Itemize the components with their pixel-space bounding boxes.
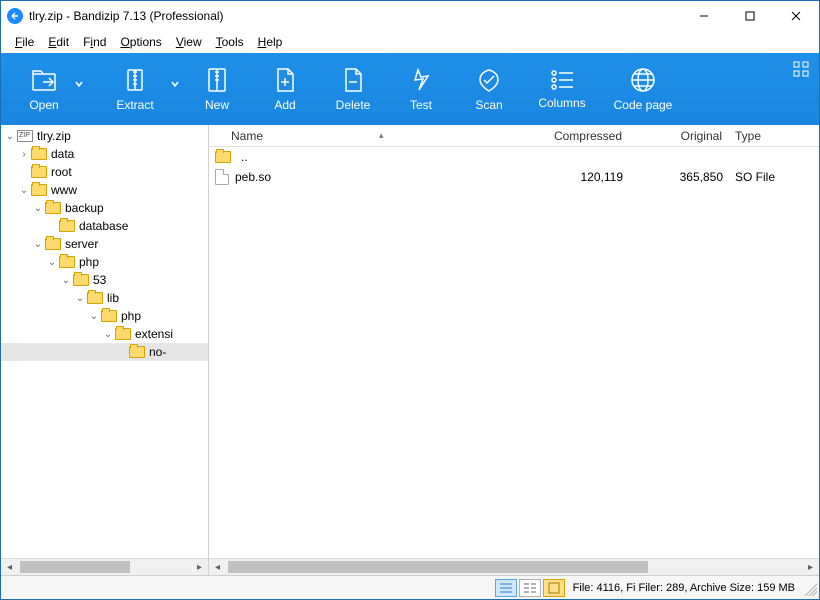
collapse-icon[interactable]: ⌄ <box>31 239 45 250</box>
toolbar-delete[interactable]: Delete <box>319 53 387 125</box>
toolbar-layout-button[interactable] <box>793 61 809 80</box>
folder-icon <box>115 327 131 341</box>
view-details-button[interactable] <box>495 579 517 597</box>
minimize-button[interactable] <box>681 1 727 31</box>
tree-item[interactable]: › data <box>1 145 208 163</box>
chevron-down-icon[interactable] <box>171 77 179 91</box>
tree-item-archive-root[interactable]: ⌄ ZIP tlry.zip <box>1 127 208 145</box>
tree-item[interactable]: ⌄ 53 <box>1 271 208 289</box>
app-icon <box>7 8 23 24</box>
app-window: tlry.zip - Bandizip 7.13 (Professional) … <box>0 0 820 600</box>
collapse-icon[interactable]: ⌄ <box>17 185 31 196</box>
column-header-name[interactable]: Name ▴ <box>209 125 527 146</box>
scroll-left-icon[interactable]: ◂ <box>209 559 226 576</box>
chevron-down-icon[interactable] <box>75 77 83 91</box>
scroll-right-icon[interactable]: ▸ <box>191 559 208 576</box>
folder-icon <box>31 165 47 179</box>
menu-options[interactable]: Options <box>114 33 167 51</box>
status-bar: File: 4116, Fi Filer: 289, Archive Size:… <box>1 575 819 599</box>
list-row-parent[interactable]: .. <box>209 147 819 167</box>
close-button[interactable] <box>773 1 819 31</box>
tree-item[interactable]: ⌄ php <box>1 307 208 325</box>
toolbar-extract[interactable]: Extract <box>87 53 183 125</box>
columns-icon <box>548 68 576 92</box>
collapse-icon[interactable]: ⌄ <box>73 293 87 304</box>
folder-icon <box>31 147 47 161</box>
folder-icon <box>45 237 61 251</box>
zip-icon: ZIP <box>17 129 33 143</box>
tree-item[interactable]: ⌄ www <box>1 181 208 199</box>
add-icon <box>272 66 298 94</box>
scroll-left-icon[interactable]: ◂ <box>1 559 18 576</box>
tree-item[interactable]: ⌄ lib <box>1 289 208 307</box>
column-header-compressed[interactable]: Compressed <box>527 125 629 146</box>
folder-icon <box>87 291 103 305</box>
list-header: Name ▴ Compressed Original Type <box>209 125 819 147</box>
scroll-right-icon[interactable]: ▸ <box>802 559 819 576</box>
maximize-button[interactable] <box>727 1 773 31</box>
open-icon <box>29 66 59 94</box>
collapse-icon[interactable]: ⌄ <box>59 275 73 286</box>
toolbar-open[interactable]: Open <box>1 53 87 125</box>
folder-icon <box>59 219 75 233</box>
menu-view[interactable]: View <box>170 33 208 51</box>
scan-icon <box>474 66 504 94</box>
sort-asc-icon: ▴ <box>379 130 384 141</box>
folder-icon <box>101 309 117 323</box>
tree-item-selected[interactable]: no- <box>1 343 208 361</box>
menu-edit[interactable]: Edit <box>42 33 75 51</box>
toolbar: Open Extract New Add Delete Test Scan <box>1 53 819 125</box>
menu-find[interactable]: Find <box>77 33 112 51</box>
list-row[interactable]: peb.so 120,119 365,850 SO File <box>209 167 819 187</box>
toolbar-codepage[interactable]: Code page <box>601 53 685 125</box>
toolbar-add[interactable]: Add <box>251 53 319 125</box>
column-header-original[interactable]: Original <box>629 125 729 146</box>
menu-help[interactable]: Help <box>252 33 289 51</box>
tree-item[interactable]: database <box>1 217 208 235</box>
delete-icon <box>340 66 366 94</box>
folder-icon <box>129 345 145 359</box>
toolbar-columns[interactable]: Columns <box>523 53 601 125</box>
resize-grip[interactable] <box>801 580 817 596</box>
collapse-icon[interactable]: ⌄ <box>31 203 45 214</box>
toolbar-new[interactable]: New <box>183 53 251 125</box>
list-horizontal-scrollbar[interactable]: ◂ ▸ <box>209 558 819 575</box>
file-icon <box>215 169 229 185</box>
collapse-icon[interactable]: ⌄ <box>101 329 115 340</box>
content-area: ⌄ ZIP tlry.zip › data root ⌄ www <box>1 125 819 575</box>
menu-file[interactable]: File <box>9 33 40 51</box>
tree-item[interactable]: root <box>1 163 208 181</box>
extract-icon <box>121 66 149 94</box>
tree-item[interactable]: ⌄ extensi <box>1 325 208 343</box>
folder-icon <box>31 183 47 197</box>
file-list: Name ▴ Compressed Original Type .. peb.s… <box>209 125 819 575</box>
tree-item[interactable]: ⌄ php <box>1 253 208 271</box>
view-list-button[interactable] <box>519 579 541 597</box>
collapse-icon[interactable]: ⌄ <box>45 257 59 268</box>
toolbar-test[interactable]: Test <box>387 53 455 125</box>
view-icons-button[interactable] <box>543 579 565 597</box>
test-icon <box>408 66 434 94</box>
folder-icon <box>45 201 61 215</box>
tree-item[interactable]: ⌄ server <box>1 235 208 253</box>
folder-icon <box>215 150 231 164</box>
expand-icon[interactable]: › <box>17 149 31 160</box>
folder-icon <box>73 273 89 287</box>
collapse-icon[interactable]: ⌄ <box>87 311 101 322</box>
collapse-icon[interactable]: ⌄ <box>3 131 17 142</box>
column-header-type[interactable]: Type <box>729 125 819 146</box>
menu-bar: File Edit Find Options View Tools Help <box>1 31 819 53</box>
tree-horizontal-scrollbar[interactable]: ◂ ▸ <box>1 558 208 575</box>
tree-item[interactable]: ⌄ backup <box>1 199 208 217</box>
globe-icon <box>629 66 657 94</box>
folder-icon <box>59 255 75 269</box>
folder-tree: ⌄ ZIP tlry.zip › data root ⌄ www <box>1 125 209 575</box>
window-title: tlry.zip - Bandizip 7.13 (Professional) <box>29 9 224 23</box>
new-icon <box>204 66 230 94</box>
menu-tools[interactable]: Tools <box>210 33 250 51</box>
status-text: File: 4116, Fi Filer: 289, Archive Size:… <box>567 576 801 599</box>
toolbar-scan[interactable]: Scan <box>455 53 523 125</box>
title-bar[interactable]: tlry.zip - Bandizip 7.13 (Professional) <box>1 1 819 31</box>
